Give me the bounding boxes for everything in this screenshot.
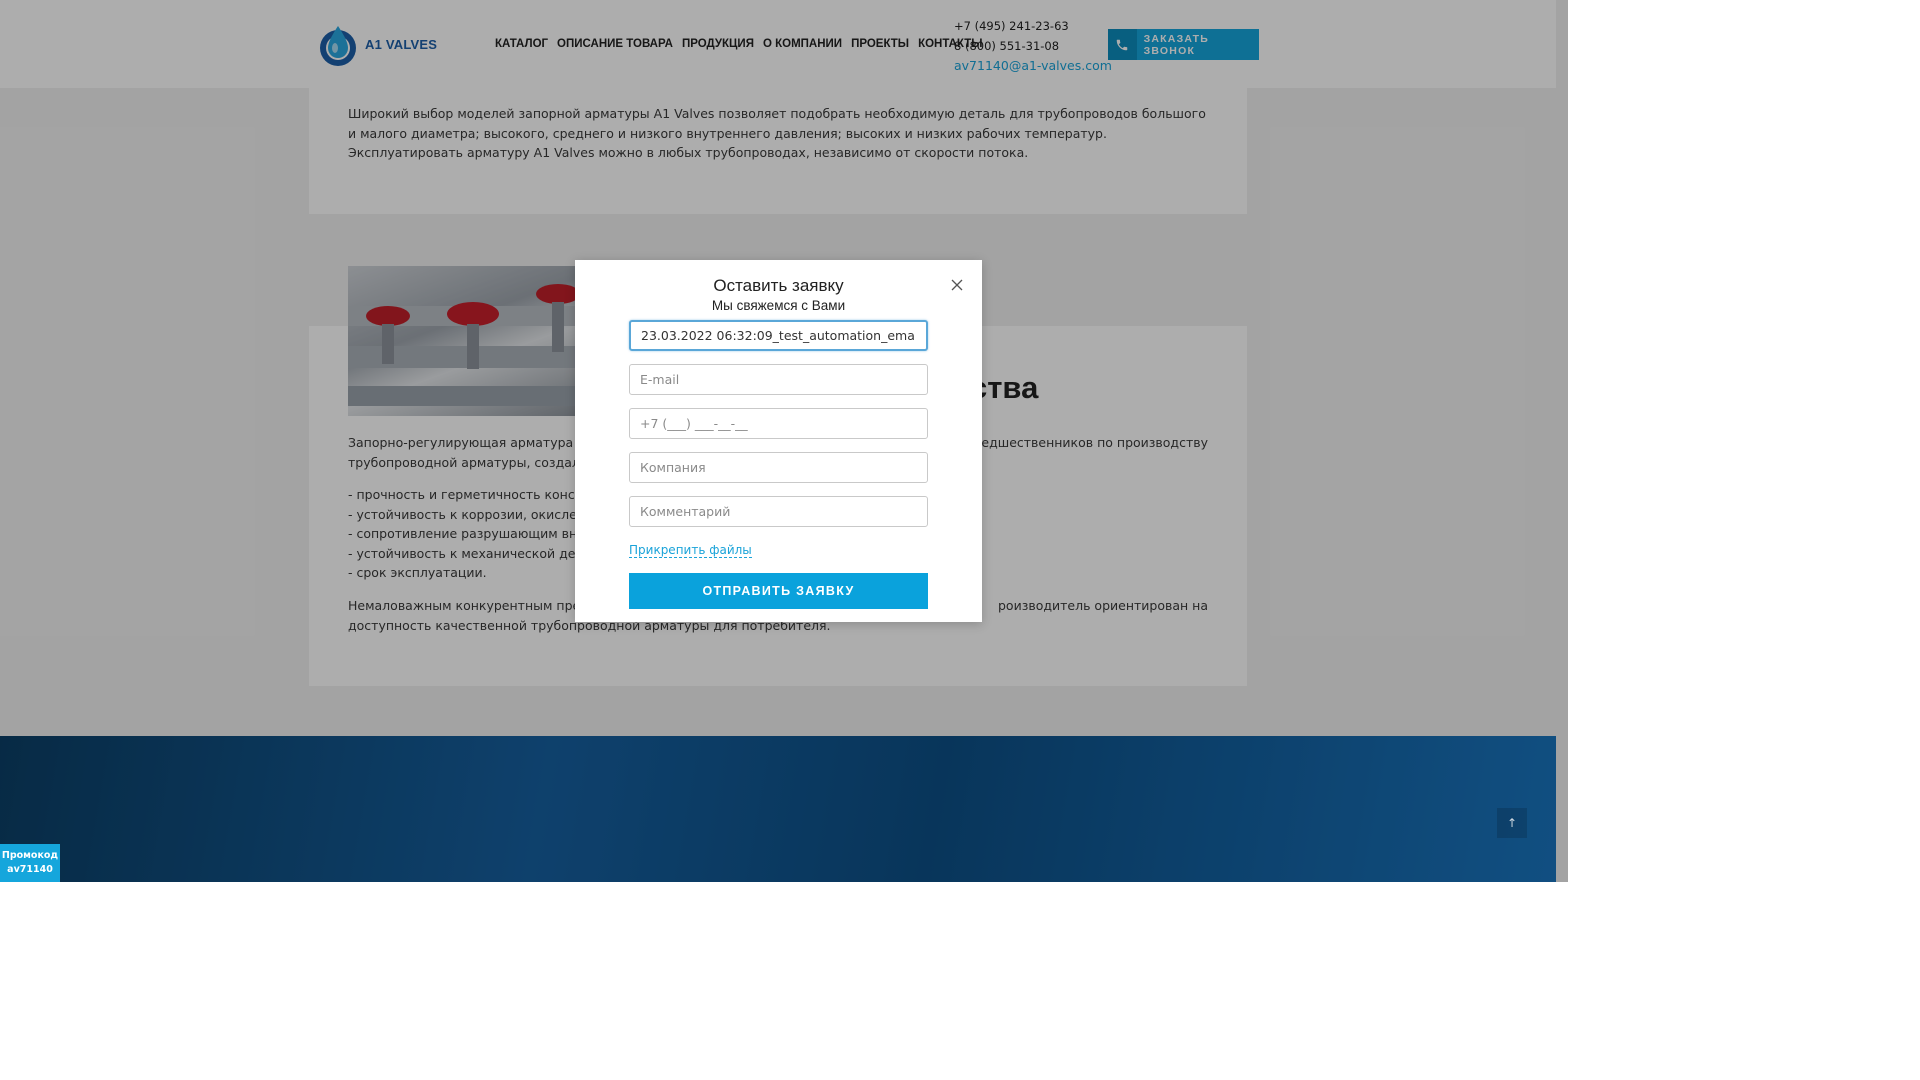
scroll-top-button[interactable]: ↑ [1497,808,1527,838]
attach-files-link[interactable]: Прикрепить файлы [629,543,752,558]
promo-label: Промокод [1,850,59,861]
comment-field[interactable] [629,496,928,527]
company-field[interactable] [629,452,928,483]
promo-badge[interactable]: Промокод av71140 [0,844,60,882]
email-field[interactable] [629,364,928,395]
name-input[interactable] [629,320,928,351]
modal-title: Оставить заявку [713,276,844,295]
modal-subtitle: Мы свяжемся с Вами [711,298,846,313]
promo-code: av71140 [7,864,53,875]
phone-field[interactable] [629,408,928,439]
request-modal: Оставить заявку Мы свяжемся с Вами Прикр… [575,260,982,622]
close-icon[interactable] [949,277,965,293]
submit-button[interactable]: ОТПРАВИТЬ ЗАЯВКУ [629,573,928,609]
